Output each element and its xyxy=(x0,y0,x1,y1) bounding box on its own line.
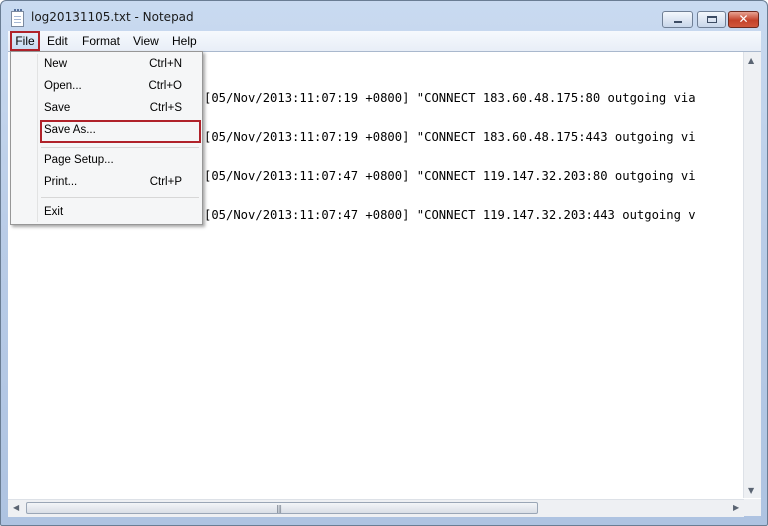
menu-separator xyxy=(41,147,199,148)
editor-text[interactable]: [05/Nov/2013:11:07:19 +0800] "CONNECT 18… xyxy=(204,66,741,248)
save-as-highlight xyxy=(40,120,201,143)
scroll-right-icon[interactable]: ▶ xyxy=(733,503,739,512)
window-title: log20131105.txt - Notepad xyxy=(31,10,194,24)
minimize-button[interactable] xyxy=(662,11,693,28)
notepad-icon xyxy=(11,9,24,27)
menu-item-new[interactable]: New Ctrl+N xyxy=(11,54,202,74)
scroll-left-icon[interactable]: ◀ xyxy=(13,503,19,512)
menu-item-print[interactable]: Print... Ctrl+P xyxy=(11,172,202,192)
scroll-down-icon[interactable]: ▼ xyxy=(748,486,754,495)
scroll-up-icon[interactable]: ▲ xyxy=(748,56,754,65)
notepad-window: log20131105.txt - Notepad ✕ File Edit Fo… xyxy=(0,0,768,526)
maximize-button[interactable] xyxy=(697,11,726,28)
menu-help[interactable]: Help xyxy=(172,32,197,50)
menu-format[interactable]: Format xyxy=(82,32,120,50)
menu-item-exit[interactable]: Exit xyxy=(11,202,202,222)
vertical-scrollbar[interactable]: ▲ ▼ xyxy=(743,52,761,498)
menu-item-open[interactable]: Open... Ctrl+O xyxy=(11,76,202,96)
horizontal-scroll-thumb[interactable]: ||| xyxy=(26,502,538,514)
close-icon: ✕ xyxy=(738,12,749,26)
text-line: [05/Nov/2013:11:07:19 +0800] "CONNECT 18… xyxy=(204,91,696,105)
grip-icon: ||| xyxy=(276,504,282,513)
text-line: [05/Nov/2013:11:07:47 +0800] "CONNECT 11… xyxy=(204,169,696,183)
title-bar[interactable]: log20131105.txt - Notepad ✕ xyxy=(1,1,767,33)
horizontal-scrollbar[interactable]: ◀ ||| ▶ xyxy=(8,499,744,517)
menu-view[interactable]: View xyxy=(133,32,159,50)
menu-edit[interactable]: Edit xyxy=(47,32,68,50)
menu-item-page-setup[interactable]: Page Setup... xyxy=(11,150,202,170)
text-line: [05/Nov/2013:11:07:47 +0800] "CONNECT 11… xyxy=(204,208,696,222)
menu-item-save[interactable]: Save Ctrl+S xyxy=(11,98,202,118)
menu-separator xyxy=(41,197,199,198)
close-button[interactable]: ✕ xyxy=(728,11,759,28)
menu-file[interactable]: File xyxy=(10,31,40,51)
file-menu-dropdown: New Ctrl+N Open... Ctrl+O Save Ctrl+S Sa… xyxy=(10,51,203,225)
size-grip[interactable] xyxy=(744,499,761,516)
menu-bar: File Edit Format View Help xyxy=(8,31,761,51)
text-line: [05/Nov/2013:11:07:19 +0800] "CONNECT 18… xyxy=(204,130,696,144)
